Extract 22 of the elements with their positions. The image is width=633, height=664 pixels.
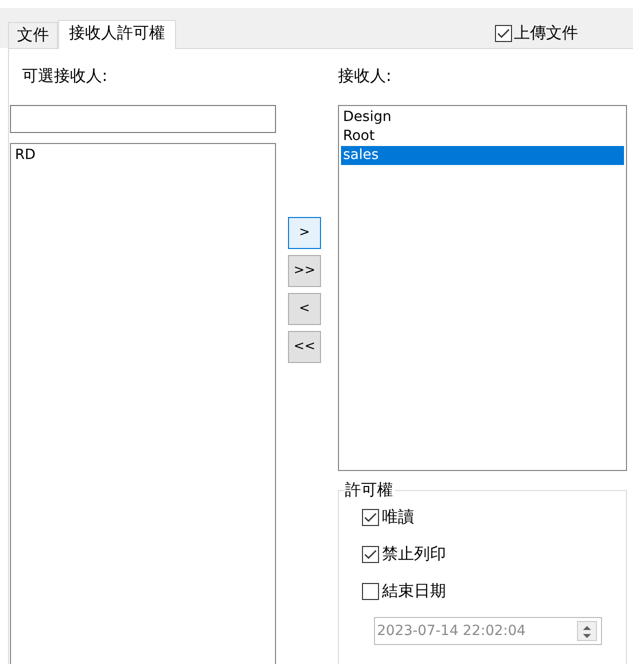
search-field[interactable] bbox=[10, 105, 276, 133]
checkbox[interactable] bbox=[495, 24, 512, 42]
checkbox[interactable] bbox=[362, 546, 379, 562]
transfer-button[interactable]: >> bbox=[288, 255, 321, 287]
tab[interactable]: 文件 bbox=[8, 22, 58, 48]
section-label: 接收人: bbox=[338, 65, 392, 87]
list-item[interactable]: Root bbox=[341, 127, 624, 146]
list-item[interactable]: Design bbox=[341, 108, 624, 127]
checkbox-label[interactable]: 唯讀 bbox=[382, 505, 414, 529]
section-label: 可選接收人: bbox=[21, 65, 108, 87]
list-item[interactable]: RD bbox=[13, 146, 273, 165]
checkbox-label[interactable]: 上傳文件 bbox=[514, 21, 578, 45]
date-value: 2023-07-14 22:02:04 bbox=[377, 622, 526, 640]
checkbox[interactable] bbox=[362, 508, 379, 526]
checkbox[interactable] bbox=[362, 582, 379, 600]
transfer-button[interactable]: > bbox=[288, 217, 321, 249]
transfer-button[interactable]: < bbox=[288, 293, 321, 325]
list-item[interactable]: sales bbox=[341, 146, 624, 165]
transfer-button[interactable]: << bbox=[288, 331, 321, 363]
checkbox-label[interactable]: 結束日期 bbox=[382, 579, 446, 603]
tab[interactable]: 接收人許可權 bbox=[58, 20, 176, 49]
checkbox-label[interactable]: 禁止列印 bbox=[382, 542, 446, 566]
